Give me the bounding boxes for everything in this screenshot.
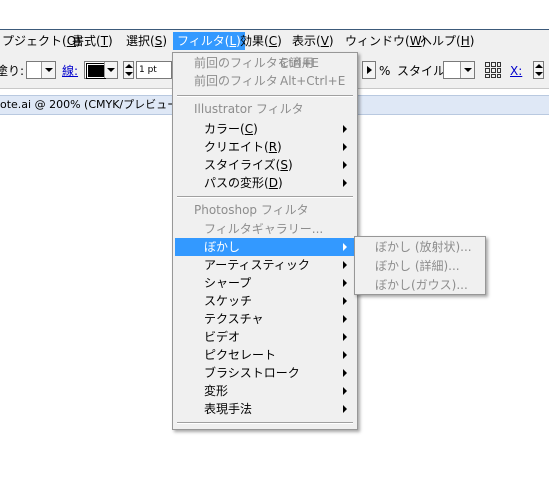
menu-item-sketch[interactable]: スケッチ — [175, 292, 355, 310]
fill-swatch-dropdown[interactable] — [26, 61, 56, 79]
menu-item-texture[interactable]: テクスチャ — [175, 310, 355, 328]
submenu-arrow-icon — [343, 261, 347, 269]
submenu-arrow-icon — [343, 279, 347, 287]
align-grid-icon[interactable] — [483, 60, 503, 80]
menu-item-pixelate[interactable]: ピクセレート — [175, 346, 355, 364]
blur-submenu: ぼかし (放射状)... ぼかし (詳細)... ぼかし(ガウス)... — [354, 236, 486, 295]
menu-item-distort-path[interactable]: パスの変形(D) — [175, 174, 355, 192]
menu-item-color[interactable]: カラー(C) — [175, 120, 355, 138]
menu-item-video[interactable]: ビデオ — [175, 328, 355, 346]
style-dropdown[interactable] — [443, 61, 475, 79]
menu-separator — [177, 95, 353, 97]
stroke-weight-input[interactable]: 1 pt — [136, 61, 172, 79]
menu-item-create[interactable]: クリエイト(R) — [175, 138, 355, 156]
style-label: スタイル: — [397, 64, 450, 78]
submenu-arrow-icon — [343, 243, 347, 251]
menu-view[interactable]: 表示(V) — [288, 32, 338, 50]
x-coordinate-stepper[interactable] — [533, 61, 544, 79]
menu-effect[interactable]: 効果(C) — [236, 32, 286, 50]
submenu-arrow-icon — [343, 161, 347, 169]
submenu-arrow-icon — [343, 143, 347, 151]
menu-item-smart-blur[interactable]: ぼかし (詳細)... — [375, 257, 460, 275]
submenu-arrow-icon — [343, 405, 347, 413]
menu-type[interactable]: 書式(T) — [68, 32, 117, 50]
illustrator-filters-header: Illustrator フィルタ — [194, 102, 304, 116]
submenu-arrow-icon — [343, 125, 347, 133]
opacity-unit: % — [379, 64, 391, 78]
menu-item-stylize[interactable]: スタイライズ(S) — [175, 156, 355, 174]
menu-item-apply-last-filter[interactable]: 前回のフィルタを適用 Ctrl+E — [175, 54, 355, 72]
menu-item-gaussian-blur[interactable]: ぼかし(ガウス)... — [375, 276, 468, 294]
menu-item-filter-gallery[interactable]: フィルタギャラリー... — [175, 220, 355, 238]
fill-label: 塗り: — [0, 64, 25, 78]
document-title: ote.ai @ 200% (CMYK/プレビュー) — [0, 98, 183, 111]
menu-item-distort[interactable]: 変形 — [175, 382, 355, 400]
menu-item-last-filter[interactable]: 前回のフィルタ Alt+Ctrl+E — [175, 72, 355, 90]
stroke-swatch-dropdown[interactable] — [84, 61, 118, 79]
submenu-arrow-icon — [343, 179, 347, 187]
menu-item-blur[interactable]: ぼかし — [175, 238, 355, 256]
submenu-arrow-icon — [343, 387, 347, 395]
menu-item-sharpen[interactable]: シャープ — [175, 274, 355, 292]
opacity-arrow-button[interactable] — [362, 61, 376, 79]
menu-filter[interactable]: フィルタ(L) — [173, 32, 245, 50]
submenu-arrow-icon — [343, 369, 347, 377]
window-top-strip — [0, 0, 549, 30]
menu-select[interactable]: 選択(S) — [122, 32, 171, 50]
stroke-color-swatch — [86, 63, 106, 79]
submenu-arrow-icon — [343, 351, 347, 359]
chevron-down-icon — [41, 62, 55, 78]
menu-separator — [177, 196, 353, 198]
chevron-down-icon — [460, 62, 474, 78]
filter-dropdown-menu: 前回のフィルタを適用 Ctrl+E 前回のフィルタ Alt+Ctrl+E Ill… — [172, 52, 358, 430]
chevron-down-icon — [104, 62, 117, 78]
photoshop-filters-header: Photoshop フィルタ — [194, 203, 309, 217]
menu-item-brush-strokes[interactable]: ブラシストローク — [175, 364, 355, 382]
stroke-label[interactable]: 線: — [62, 61, 78, 81]
stroke-weight-stepper[interactable] — [123, 61, 134, 79]
submenu-arrow-icon — [343, 297, 347, 305]
x-coordinate-label[interactable]: X: — [510, 61, 522, 81]
menu-separator — [177, 422, 353, 424]
submenu-arrow-icon — [343, 315, 347, 323]
menu-bar: プジェクト(O) 書式(T) 選択(S) フィルタ(L) 効果(C) 表示(V)… — [0, 30, 549, 52]
menu-help[interactable]: ヘルプ(H) — [416, 32, 478, 50]
submenu-arrow-icon — [343, 333, 347, 341]
menu-item-radial-blur[interactable]: ぼかし (放射状)... — [375, 238, 472, 256]
menu-item-artistic[interactable]: アーティスティック — [175, 256, 355, 274]
menu-item-stylize-ps[interactable]: 表現手法 — [175, 400, 355, 418]
